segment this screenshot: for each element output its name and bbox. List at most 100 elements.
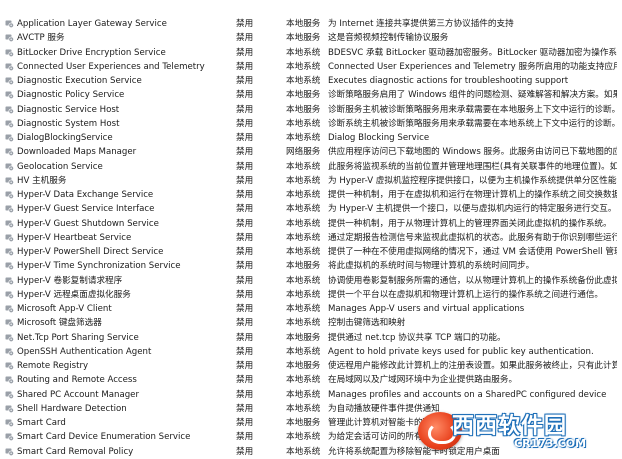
service-description: 诊断策略服务启用了 Windows 组件的问题检测、疑难解答和解决方案。如果该.…	[328, 90, 617, 101]
service-logon-account: 本地系统	[286, 232, 321, 243]
service-row[interactable]: Hyper-V Heartbeat Service 禁用 本地系统 通过定期报告检测信…	[0, 231, 622, 245]
service-gear-icon	[5, 20, 14, 28]
service-gear-icon	[5, 234, 14, 242]
service-startup-type: 禁用	[236, 318, 254, 329]
service-startup-type: 禁用	[236, 133, 254, 143]
service-description: Executes diagnostic actions for troubles…	[328, 76, 569, 86]
service-gear-icon	[5, 177, 14, 185]
service-row[interactable]: Hyper-V 卷影复制请求程序 禁用 本地系统 协调使用卷影复制服务所需的通信，以从…	[0, 274, 622, 288]
service-name: Diagnostic Service Host	[17, 104, 120, 115]
service-row[interactable]: Diagnostic System Host 禁用 本地系统 诊断系统主机被诊断策略服…	[0, 117, 622, 131]
service-row[interactable]: Smart Card Removal Policy 禁用 本地系统 允许将系统配置为移…	[0, 445, 622, 459]
service-name: Shared PC Account Manager	[17, 389, 139, 400]
service-row[interactable]: Hyper-V Guest Shutdown Service 禁用 本地系统 提供一种…	[0, 217, 622, 231]
service-row[interactable]: Hyper-V Data Exchange Service 禁用 本地系统 提供一种机…	[0, 188, 622, 202]
service-name: OpenSSH Authentication Agent	[17, 346, 152, 357]
service-logon-account: 本地服务	[286, 332, 321, 343]
service-row[interactable]: OpenSSH Authentication Agent 禁用 本地系统 Agent …	[0, 345, 622, 359]
service-description: 诊断服务主机被诊断策略服务用来承载需要在本地服务上下文中运行的诊断。...	[328, 104, 617, 115]
service-description: 为 Hyper-V 主机提供一个接口，以便与虚拟机内运行的特定服务进行交互。	[328, 204, 617, 215]
service-logon-account: 本地服务	[286, 418, 321, 428]
service-description: Agent to hold private keys used for publ…	[328, 346, 594, 357]
service-row[interactable]: Diagnostic Execution Service 禁用 本地系统 Execut…	[0, 74, 622, 88]
service-startup-type: 禁用	[236, 432, 254, 443]
service-gear-icon	[5, 419, 14, 427]
service-name: Hyper-V Time Synchronization Service	[17, 261, 181, 272]
service-row[interactable]: Hyper-V Time Synchronization Service 禁用 本地…	[0, 259, 622, 273]
service-description: 控制击键筛选和映射	[328, 318, 406, 329]
service-logon-account: 本地服务	[286, 104, 321, 115]
service-description: 提供一种机制，用于在虚拟机和运行在物理计算机上的操作系统之间交换数据。	[328, 190, 617, 200]
service-name: Shell Hardware Detection	[17, 403, 127, 414]
service-startup-type: 禁用	[236, 47, 254, 58]
service-logon-account: 本地服务	[286, 361, 321, 371]
service-logon-account: 本地系统	[286, 318, 321, 329]
service-gear-icon	[5, 106, 14, 114]
service-row[interactable]: DialogBlockingService 禁用 本地系统 Dialog Blocki…	[0, 131, 622, 145]
service-name: Smart Card	[17, 418, 66, 428]
service-row[interactable]: BitLocker Drive Encryption Service 禁用 本地系统…	[0, 46, 622, 60]
service-gear-icon	[5, 334, 14, 342]
service-description: 诊断系统主机被诊断策略服务用来承载需要在本地系统上下文中运行的诊断。...	[328, 118, 617, 129]
service-row[interactable]: Routing and Remote Access 禁用 本地系统 在局域网以及广域网…	[0, 373, 622, 387]
service-description: 允许将系统配置为移除智能卡时锁定用户桌面	[328, 446, 500, 457]
service-name: Routing and Remote Access	[17, 375, 137, 386]
service-startup-type: 禁用	[236, 332, 254, 343]
service-name: Smart Card Removal Policy	[17, 446, 134, 457]
service-row[interactable]: Application Layer Gateway Service 禁用 本地服务为…	[0, 17, 622, 31]
service-row[interactable]: Net.Tcp Port Sharing Service 禁用 本地服务 提供通过 n…	[0, 331, 622, 345]
service-startup-type: 禁用	[236, 175, 254, 186]
service-description: Dialog Blocking Service	[328, 133, 430, 143]
service-description: 为给定会话可访问的所有智...	[328, 432, 440, 443]
service-name: Hyper-V Guest Shutdown Service	[17, 218, 159, 229]
service-row[interactable]: Shell Hardware Detection 禁用 本地系统 为自动播放硬件事件提…	[0, 402, 622, 416]
service-row[interactable]: Microsoft App-V Client 禁用 本地系统 Manages App-…	[0, 302, 622, 316]
service-name: Remote Registry	[17, 361, 89, 371]
service-startup-type: 禁用	[236, 190, 254, 200]
service-row[interactable]: Downloaded Maps Manager 禁用 网络服务 供应用程序访问已下载地…	[0, 145, 622, 159]
service-row[interactable]: Connected User Experiences and Telemetry…	[0, 60, 622, 74]
service-logon-account: 网络服务	[286, 147, 321, 158]
service-description: 此服务将监视系统的当前位置并管理地理围栏(具有关联事件的地理位置)。如果...	[328, 161, 617, 172]
service-row[interactable]: Diagnostic Policy Service 禁用 本地服务 诊断策略服务启用了…	[0, 88, 622, 102]
service-row[interactable]: Hyper-V 远程桌面虚拟化服务 禁用 本地系统 提供一个平台以在虚拟机和物理计算机…	[0, 288, 622, 302]
service-description: 为 Internet 连接共享提供第三方协议插件的支持	[328, 19, 514, 29]
service-gear-icon	[5, 391, 14, 399]
service-logon-account: 本地系统	[286, 375, 321, 386]
service-row[interactable]: Hyper-V Guest Service Interface 禁用 本地系统为 H…	[0, 202, 622, 216]
service-description: 使远程用户能修改此计算机上的注册表设置。如果此服务被终止，只有此计算...	[328, 361, 617, 371]
service-row[interactable]: Geolocation Service 禁用 本地系统 此服务将监视系统的当前位置并管…	[0, 160, 622, 174]
service-startup-type: 禁用	[236, 418, 254, 428]
service-gear-icon	[5, 348, 14, 356]
service-name: Hyper-V PowerShell Direct Service	[17, 247, 164, 257]
service-row[interactable]: AVCTP 服务 禁用 本地服务 这是音频视频控制传输协议服务	[0, 31, 622, 45]
service-gear-icon	[5, 405, 14, 413]
service-logon-account: 本地系统	[286, 403, 321, 414]
service-row[interactable]: Diagnostic Service Host 禁用 本地服务 诊断服务主机被诊断策略…	[0, 103, 622, 117]
service-row[interactable]: Microsoft 键盘筛选器 禁用 本地系统 控制击键筛选和映射	[0, 316, 622, 330]
service-startup-type: 禁用	[236, 247, 254, 257]
service-description: BDESVC 承载 BitLocker 驱动器加密服务。BitLocker 驱动…	[328, 47, 617, 58]
service-logon-account: 本地系统	[286, 446, 321, 457]
service-logon-account: 本地系统	[286, 133, 321, 143]
service-description: 为 Hyper-V 虚拟机监控程序提供接口，以便为主机操作系统提供单分区性能计.…	[328, 175, 617, 186]
service-gear-icon	[5, 63, 14, 71]
service-logon-account: 本地服务	[286, 19, 321, 29]
service-startup-type: 禁用	[236, 218, 254, 229]
service-startup-type: 禁用	[236, 304, 254, 314]
service-name: Hyper-V 远程桌面虚拟化服务	[17, 289, 131, 300]
service-row[interactable]: Smart Card 禁用 本地服务 管理此计算机对智能卡的取...	[0, 416, 622, 430]
service-logon-account: 本地系统	[286, 218, 321, 229]
service-gear-icon	[5, 91, 14, 100]
service-row[interactable]: HV 主机服务 禁用 本地系统为 Hyper-V 虚拟机监控程序提供接口，以便为主机…	[0, 174, 622, 188]
service-logon-account: 本地系统	[286, 47, 321, 58]
service-row[interactable]: Shared PC Account Manager 禁用 本地系统 Manages p…	[0, 388, 622, 402]
service-row[interactable]: Remote Registry 禁用 本地服务 使远程用户能修改此计算机上的注册表设置…	[0, 359, 622, 373]
service-gear-icon	[5, 148, 14, 157]
service-row[interactable]: Hyper-V PowerShell Direct Service 禁用 本地系统提…	[0, 245, 622, 259]
service-name: HV 主机服务	[17, 175, 67, 186]
service-name: Net.Tcp Port Sharing Service	[17, 332, 139, 343]
service-description: Manages App-V users and virtual applicat…	[328, 304, 525, 314]
service-description: Connected User Experiences and Telemetry…	[328, 61, 617, 72]
service-row[interactable]: Smart Card Device Enumeration Service 禁用 本…	[0, 430, 622, 444]
